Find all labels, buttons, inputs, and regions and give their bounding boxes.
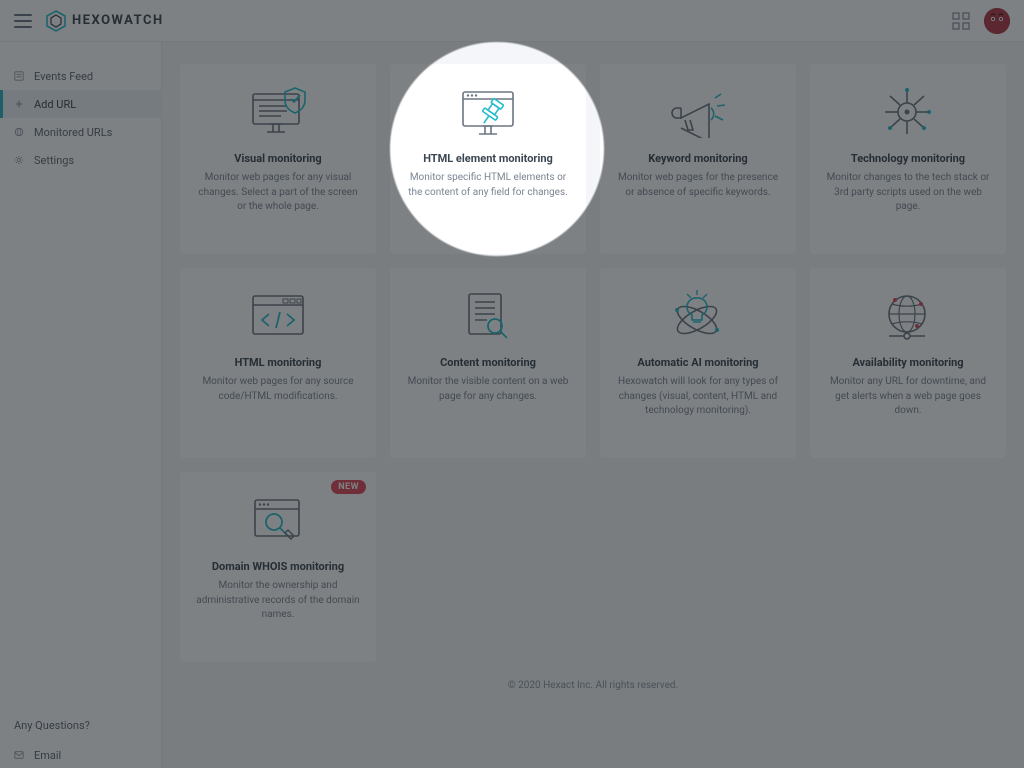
browser-search-icon	[246, 492, 310, 548]
card-title: HTML element monitoring	[423, 152, 553, 165]
card-desc: Monitor the ownership and administrative…	[194, 579, 362, 623]
nav-icon	[14, 99, 24, 109]
card-desc: Monitor changes to the tech stack or 3rd…	[824, 171, 992, 215]
card-keyword-monitoring[interactable]: Keyword monitoring Monitor web pages for …	[600, 64, 796, 254]
card-visual-monitoring[interactable]: Visual monitoring Monitor web pages for a…	[180, 64, 376, 254]
menu-icon[interactable]	[14, 14, 32, 28]
card-title: Keyword monitoring	[648, 152, 747, 165]
mail-icon	[14, 750, 24, 760]
card-html-monitoring[interactable]: HTML monitoring Monitor web pages for any…	[180, 268, 376, 458]
card-title: Technology monitoring	[851, 152, 965, 165]
card-desc: Monitor the visible content on a web pag…	[404, 375, 572, 404]
hex-logo-icon	[46, 10, 66, 32]
card-title: Visual monitoring	[234, 152, 321, 165]
sidebar-item-label: Monitored URLs	[34, 126, 112, 139]
atom-bulb-icon	[666, 288, 730, 344]
nav-icon	[14, 127, 24, 137]
card-title: Content monitoring	[440, 356, 536, 369]
card-availability-monitoring[interactable]: Availability monitoring Monitor any URL f…	[810, 268, 1006, 458]
card-title: Domain WHOIS monitoring	[212, 560, 344, 573]
monitor-pin-icon	[456, 84, 520, 140]
card-desc: Monitor any URL for downtime, and get al…	[824, 375, 992, 419]
footer-copyright: © 2020 Hexact Inc. All rights reserved.	[180, 662, 1006, 697]
sidebar: Events Feed Add URL Monitored URLs Settings…	[0, 42, 162, 768]
main-content: Visual monitoring Monitor web pages for a…	[162, 42, 1024, 768]
nav-icon	[14, 155, 24, 165]
sidebar-item-settings[interactable]: Settings	[0, 146, 161, 174]
sidebar-email[interactable]: Email	[0, 742, 161, 768]
sidebar-item-label: Events Feed	[34, 70, 93, 83]
globe-net-icon	[876, 288, 940, 344]
sidebar-item-label: Add URL	[34, 98, 76, 111]
nav-icon	[14, 71, 24, 81]
avatar[interactable]	[984, 8, 1010, 34]
sidebar-item-events-feed[interactable]: Events Feed	[0, 62, 161, 90]
card-domain-whois-monitoring[interactable]: NEW Domain WHOIS monitoring Monitor the ow…	[180, 472, 376, 662]
doc-search-icon	[456, 288, 520, 344]
code-window-icon	[246, 288, 310, 344]
card-desc: Monitor specific HTML elements or the co…	[404, 171, 572, 200]
card-desc: Hexowatch will look for any types of cha…	[614, 375, 782, 419]
card-title: HTML monitoring	[235, 356, 322, 369]
card-content-monitoring[interactable]: Content monitoring Monitor the visible co…	[390, 268, 586, 458]
card-title: Automatic AI monitoring	[637, 356, 758, 369]
card-html-element-monitoring[interactable]: HTML element monitoring Monitor specific …	[390, 64, 586, 254]
card-desc: Monitor web pages for any source code/HT…	[194, 375, 362, 404]
app-header: HEXOWATCH	[0, 0, 1024, 42]
tech-node-icon	[876, 84, 940, 140]
megaphone-icon	[666, 84, 730, 140]
card-title: Availability monitoring	[852, 356, 963, 369]
card-desc: Monitor web pages for the presence or ab…	[614, 171, 782, 200]
card-automatic-ai-monitoring[interactable]: Automatic AI monitoring Hexowatch will lo…	[600, 268, 796, 458]
monitor-shield-icon	[246, 84, 310, 140]
brand-name: HEXOWATCH	[72, 13, 164, 28]
new-badge: NEW	[331, 480, 366, 494]
questions-heading: Any Questions?	[0, 719, 161, 742]
sidebar-item-label: Settings	[34, 154, 74, 167]
card-desc: Monitor web pages for any visual changes…	[194, 171, 362, 215]
sidebar-item-add-url[interactable]: Add URL	[0, 90, 161, 118]
card-technology-monitoring[interactable]: Technology monitoring Monitor changes to …	[810, 64, 1006, 254]
brand-logo[interactable]: HEXOWATCH	[46, 10, 164, 32]
apps-grid-icon[interactable]	[952, 12, 970, 30]
sidebar-email-label: Email	[34, 749, 61, 762]
sidebar-item-monitored-urls[interactable]: Monitored URLs	[0, 118, 161, 146]
